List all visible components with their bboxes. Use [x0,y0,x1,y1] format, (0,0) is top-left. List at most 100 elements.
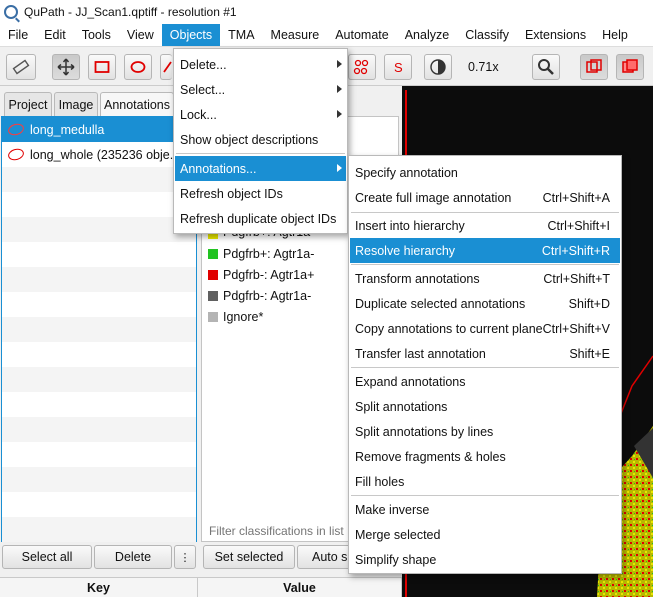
menu-item-split-annotations-by-lines[interactable]: Split annotations by lines [350,419,620,444]
menu-objects[interactable]: Objects [161,24,221,46]
menu-extensions[interactable]: Extensions [517,24,594,46]
class-item[interactable]: Ignore* [208,307,263,327]
class-name: Pdgfrb-: Agtr1a+ [223,268,315,282]
menu-item-make-inverse[interactable]: Make inverse [350,497,620,522]
points-icon [353,59,369,75]
set-selected-button[interactable]: Set selected [203,545,295,569]
select-all-button[interactable]: Select all [2,545,92,569]
empty-row [2,167,196,192]
menu-item-expand-annotations[interactable]: Expand annotations [350,369,620,394]
rectangle-tool-button[interactable] [88,54,116,80]
empty-row [2,342,196,367]
empty-row [2,242,196,267]
line-icon [162,61,172,73]
menu-item-copy-annotations-to-plane[interactable]: Copy annotations to current plane Ctrl+Sh… [350,316,620,341]
menu-item-refresh-object-ids[interactable]: Refresh object IDs [175,181,346,206]
menu-item-resolve-hierarchy[interactable]: Resolve hierarchy Ctrl+Shift+R [350,238,620,263]
ellipse-annotation-icon [6,147,26,162]
empty-row [2,192,196,217]
points-tool-button[interactable] [348,54,376,80]
class-color-swatch [208,291,218,301]
menu-item-lock[interactable]: Lock... [175,102,346,127]
menu-file[interactable]: File [0,24,36,46]
tab-project[interactable]: Project [4,92,52,116]
menu-tools[interactable]: Tools [74,24,119,46]
brightness-contrast-button[interactable] [424,54,452,80]
menu-item-specify-annotation[interactable]: Specify annotation [350,160,620,185]
menu-item-duplicate-selected-annotations[interactable]: Duplicate selected annotations Shift+D [350,291,620,316]
class-color-swatch [208,270,218,280]
shortcut-label: Ctrl+Shift+T [543,271,610,286]
menu-edit[interactable]: Edit [36,24,74,46]
menu-automate[interactable]: Automate [327,24,397,46]
show-annotations-button[interactable] [580,54,608,80]
menu-item-simplify-shape[interactable]: Simplify shape [350,547,620,572]
empty-row [2,492,196,517]
menu-item-transform-annotations[interactable]: Transform annotations Ctrl+Shift+T [350,266,620,291]
tab-image[interactable]: Image [54,92,98,116]
menu-item-remove-fragments-holes[interactable]: Remove fragments & holes [350,444,620,469]
empty-row [2,217,196,242]
empty-row [2,392,196,417]
magnifier-icon [538,59,554,75]
key-column-header[interactable]: Key [0,578,198,597]
submenu-arrow-icon [337,85,342,93]
zoom-to-fit-button[interactable] [532,54,560,80]
list-item[interactable]: long_whole (235236 obje... [2,142,196,167]
submenu-arrow-icon [337,110,342,118]
menu-item-transfer-last-annotation[interactable]: Transfer last annotation Shift+E [350,341,620,366]
objects-menu-dropdown: Delete... Select... Lock... Show object … [173,48,348,234]
class-color-swatch [208,312,218,322]
ellipse-icon [130,61,146,73]
class-name: Ignore* [223,310,264,324]
rectangle-icon [94,61,110,73]
menu-item-show-object-descriptions[interactable]: Show object descriptions [175,127,346,152]
measurement-table-header: Key Value [0,577,402,597]
menu-item-annotations[interactable]: Annotations... [175,156,346,181]
menu-classify[interactable]: Classify [457,24,517,46]
menu-help[interactable]: Help [594,24,636,46]
class-item[interactable]: Pdgfrb-: Agtr1a- [208,286,311,306]
menu-measure[interactable]: Measure [263,24,328,46]
list-item[interactable]: long_medulla [2,117,196,142]
annotation-name: long_medulla [30,122,105,137]
menu-item-delete[interactable]: Delete... [175,52,346,77]
selection-mode-button[interactable]: S [384,54,412,80]
shortcut-label: Ctrl+Shift+A [542,190,610,205]
menu-item-insert-into-hierarchy[interactable]: Insert into hierarchy Ctrl+Shift+I [350,213,620,238]
menu-separator [176,153,345,154]
shortcut-label: Ctrl+Shift+I [547,218,610,233]
delete-button[interactable]: Delete [94,545,172,569]
menu-item-create-full-image-annotation[interactable]: Create full image annotation Ctrl+Shift+A [350,185,620,210]
class-item[interactable]: Pdgfrb+: Agtr1a- [208,244,314,264]
polygon-annotation-icon [6,122,26,137]
fill-annotations-icon [622,59,638,73]
zoom-level: 0.71x [468,60,499,74]
line-tool-button[interactable] [160,54,172,80]
annotations-toggle-icon [586,59,602,73]
ruler-icon [12,59,30,75]
fill-annotations-button[interactable] [616,54,644,80]
menu-item-refresh-duplicate-ids[interactable]: Refresh duplicate object IDs [175,206,346,231]
menu-item-fill-holes[interactable]: Fill holes [350,469,620,494]
class-item[interactable]: Pdgfrb-: Agtr1a+ [208,265,314,285]
measure-tool-button[interactable] [6,54,36,80]
menu-analyze[interactable]: Analyze [397,24,457,46]
ellipse-tool-button[interactable] [124,54,152,80]
move-tool-button[interactable] [52,54,80,80]
more-options-button[interactable]: ⋮ [174,545,196,569]
empty-row [2,467,196,492]
filter-classifications-input[interactable] [202,521,348,541]
svg-text:S: S [394,60,403,75]
menu-item-split-annotations[interactable]: Split annotations [350,394,620,419]
menu-item-select[interactable]: Select... [175,77,346,102]
menu-item-merge-selected[interactable]: Merge selected [350,522,620,547]
empty-row [2,417,196,442]
annotation-list[interactable]: long_medulla long_whole (235236 obje... [1,116,197,542]
value-column-header[interactable]: Value [198,578,402,597]
tab-annotations[interactable]: Annotations [100,92,174,116]
menu-view[interactable]: View [119,24,162,46]
window-title: QuPath - JJ_Scan1.qptiff - resolution #1 [24,5,237,19]
menu-tma[interactable]: TMA [220,24,262,46]
submenu-arrow-icon [337,60,342,68]
